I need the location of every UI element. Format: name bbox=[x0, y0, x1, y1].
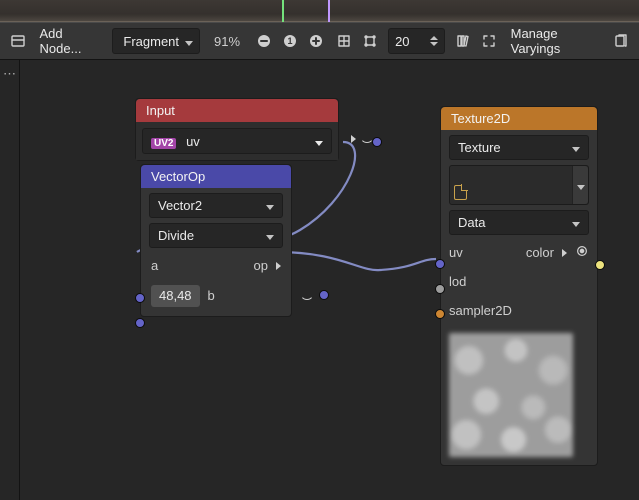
copy-shader-icon[interactable] bbox=[612, 30, 632, 52]
left-dock-rail: ⋯ bbox=[0, 60, 20, 500]
input-port-lod[interactable] bbox=[435, 284, 445, 294]
node-graph-canvas[interactable]: Input UV2 uv VectorOp Vector2 Divid bbox=[20, 60, 639, 500]
resource-file-icon bbox=[454, 185, 467, 200]
expand-icon[interactable] bbox=[351, 131, 356, 146]
library-icon[interactable] bbox=[453, 31, 473, 51]
port-color-label: color bbox=[526, 245, 554, 260]
vector-type-value: Vector2 bbox=[158, 198, 202, 213]
chevron-down-icon bbox=[577, 178, 585, 193]
port-b-label: b bbox=[208, 288, 215, 303]
port-b-value-field[interactable]: 48,48 bbox=[151, 285, 200, 307]
expand-resource-button[interactable] bbox=[572, 166, 588, 204]
port-uv-label: uv bbox=[449, 245, 463, 260]
chevron-down-icon bbox=[266, 198, 274, 213]
port-lod-label: lod bbox=[449, 274, 466, 289]
chevron-right-icon bbox=[276, 258, 281, 273]
shader-stage-dropdown[interactable]: Fragment bbox=[112, 28, 200, 54]
input-port-uv[interactable] bbox=[435, 259, 445, 269]
uv-type-badge: UV2 bbox=[151, 138, 176, 149]
snap-toggle-button[interactable] bbox=[360, 31, 380, 51]
node-title: VectorOp bbox=[141, 165, 291, 188]
output-port-color[interactable] bbox=[595, 260, 605, 270]
input-param-name: uv bbox=[186, 134, 200, 149]
port-op-label: op bbox=[254, 258, 268, 273]
view-button-group bbox=[453, 31, 499, 51]
chevron-down-icon bbox=[315, 134, 323, 149]
chevron-down-icon bbox=[185, 34, 193, 49]
output-port-op[interactable] bbox=[319, 290, 329, 300]
grid-size-value: 20 bbox=[395, 34, 409, 49]
panel-layout-icon[interactable] bbox=[8, 30, 28, 52]
vector-op-value: Divide bbox=[158, 228, 194, 243]
input-param-dropdown[interactable]: UV2 uv bbox=[142, 128, 332, 154]
preview-eye-icon[interactable] bbox=[575, 244, 589, 261]
chevron-down-icon bbox=[572, 215, 580, 230]
input-port-sampler2d[interactable] bbox=[435, 309, 445, 319]
chevron-down-icon bbox=[572, 140, 580, 155]
dock-ellipsis-icon[interactable]: ⋯ bbox=[3, 66, 16, 82]
chevron-right-icon bbox=[562, 245, 567, 260]
3d-viewport-sliver bbox=[0, 0, 639, 22]
sampler-type-dropdown[interactable]: Data bbox=[449, 210, 589, 235]
output-port-uv[interactable] bbox=[372, 137, 382, 147]
vector-op-dropdown[interactable]: Divide bbox=[149, 223, 283, 248]
uv-color-row: uv color bbox=[449, 240, 589, 264]
grid-button-group bbox=[334, 31, 380, 51]
texture-resource-picker[interactable] bbox=[449, 165, 589, 205]
port-sampler-label: sampler2D bbox=[449, 303, 512, 318]
zoom-level-label: 91% bbox=[208, 34, 246, 49]
texture-slot-dropdown[interactable]: Texture bbox=[449, 135, 589, 160]
manage-varyings-button[interactable]: Manage Varyings bbox=[507, 26, 604, 56]
texture-slot-label: Texture bbox=[458, 140, 501, 155]
zoom-out-button[interactable] bbox=[254, 31, 274, 51]
input-port-a[interactable] bbox=[135, 293, 145, 303]
shader-stage-value: Fragment bbox=[123, 34, 179, 49]
grid-size-field[interactable]: 20 bbox=[388, 28, 445, 54]
node-input[interactable]: Input UV2 uv bbox=[135, 98, 339, 161]
input-port-b[interactable] bbox=[135, 318, 145, 328]
texture-preview bbox=[449, 333, 573, 457]
stepper-icon bbox=[430, 36, 438, 46]
node-title: Texture2D bbox=[441, 107, 597, 130]
grid-toggle-button[interactable] bbox=[334, 31, 354, 51]
frame-all-icon[interactable] bbox=[479, 31, 499, 51]
zoom-reset-button[interactable]: 1 bbox=[280, 31, 300, 51]
node-vector-op[interactable]: VectorOp Vector2 Divide a op 48,48 b bbox=[140, 164, 292, 317]
node-texture2d[interactable]: Texture2D Texture Data uv color bbox=[440, 106, 598, 466]
port-a-label: a bbox=[151, 258, 158, 273]
preview-toggle-icon[interactable] bbox=[300, 291, 314, 300]
zoom-button-group: 1 bbox=[254, 31, 326, 51]
vector-type-dropdown[interactable]: Vector2 bbox=[149, 193, 283, 218]
node-title: Input bbox=[136, 99, 338, 122]
add-node-button[interactable]: Add Node... bbox=[36, 26, 105, 56]
chevron-down-icon bbox=[266, 228, 274, 243]
zoom-in-button[interactable] bbox=[306, 31, 326, 51]
svg-text:1: 1 bbox=[288, 36, 293, 46]
sampler-type-label: Data bbox=[458, 215, 485, 230]
shader-editor-toolbar: Add Node... Fragment 91% 1 20 bbox=[0, 22, 639, 60]
